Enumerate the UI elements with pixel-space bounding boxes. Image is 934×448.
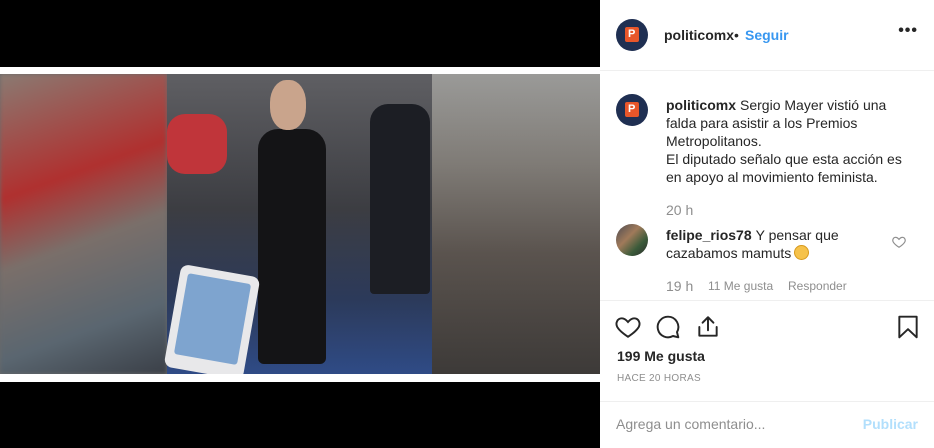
logo-icon: P <box>625 27 639 42</box>
photo-blurred-left <box>0 74 167 374</box>
profile-username[interactable]: politicomx <box>664 27 734 43</box>
photo-blurred-right <box>432 74 600 374</box>
share-icon[interactable] <box>695 314 721 340</box>
caption-username[interactable]: politicomx <box>666 97 736 113</box>
comment-username[interactable]: felipe_rios78 <box>666 227 752 243</box>
follow-button[interactable]: Seguir <box>745 27 789 43</box>
post-side-panel: P politicomx • Seguir ••• P politicomx Se… <box>600 0 934 448</box>
photo-person-head <box>270 80 306 130</box>
photo-red-sleeve <box>167 114 227 174</box>
post-timestamp[interactable]: HACE 20 HORAS <box>617 373 701 384</box>
caption-time[interactable]: 20 h <box>666 202 693 218</box>
bookmark-icon[interactable] <box>895 314 921 340</box>
post-actions: 199 Me gusta HACE 20 HORAS <box>600 300 934 405</box>
comment-time[interactable]: 19 h <box>666 278 693 294</box>
reply-button[interactable]: Responder <box>788 279 847 293</box>
more-icon[interactable]: ••• <box>898 22 918 40</box>
comment-likes[interactable]: 11 Me gusta <box>708 279 773 293</box>
separator-dot: • <box>734 27 739 43</box>
publish-button[interactable]: Publicar <box>863 416 918 432</box>
comment-input[interactable] <box>616 412 846 436</box>
post-media <box>0 0 600 448</box>
small-heart-icon[interactable] <box>892 235 906 249</box>
photo-person-suit <box>258 129 326 364</box>
caption-text-line2: El diputado señalo que esta acción es en… <box>666 151 902 185</box>
caption-avatar[interactable]: P <box>616 94 648 126</box>
post-photo[interactable] <box>0 74 600 374</box>
heart-icon[interactable] <box>615 314 641 340</box>
likes-count[interactable]: 199 Me gusta <box>617 348 705 364</box>
photo-person-right <box>370 104 430 294</box>
logo-icon: P <box>625 102 639 117</box>
photo-phone <box>163 263 261 374</box>
add-comment-bar: Publicar <box>600 401 934 448</box>
comment-item: felipe_rios78 Y pensar que cazabamos mamu… <box>666 226 886 262</box>
post-header: P politicomx • Seguir ••• <box>600 0 934 71</box>
post-caption: politicomx Sergio Mayer vistió una falda … <box>666 96 916 186</box>
emoji-icon <box>794 245 810 260</box>
commenter-avatar[interactable] <box>616 224 648 256</box>
comment-icon[interactable] <box>655 314 681 340</box>
profile-avatar[interactable]: P <box>616 19 648 51</box>
comments-list[interactable]: P politicomx Sergio Mayer vistió una fald… <box>600 72 934 300</box>
